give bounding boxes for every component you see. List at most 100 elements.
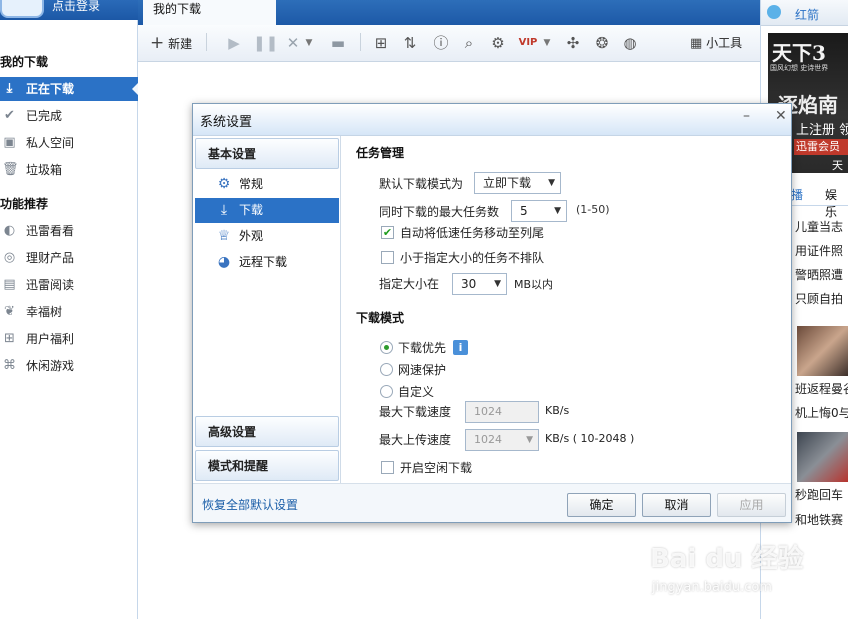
sidebar-item-user-benefits[interactable]: ⊞ 用户福利 [0,327,138,351]
section-mode-alerts[interactable]: 模式和提醒 [195,450,339,481]
settings-item-appearance[interactable]: ♕ 外观 [195,224,339,249]
avatar[interactable] [0,0,44,18]
my-downloads-heading: 我的下载 [0,55,49,69]
settings-dialog: 系统设置 – ✕ 基本设置 ⚙ 常规 ⤓ 下载 ♕ 外观 ◕ 远程下载 高级设置 模式和… [192,103,792,523]
section-advanced-settings[interactable]: 高级设置 [195,416,339,447]
size-unit: MB以内 [514,278,554,291]
dialog-title: 系统设置 [200,115,253,130]
separator [360,33,361,51]
news-item[interactable]: 儿童当志 [795,218,843,235]
open-folder-icon[interactable]: ▬ [328,33,348,53]
settings-nav: 基本设置 ⚙ 常规 ⤓ 下载 ♕ 外观 ◕ 远程下载 高级设置 模式和提醒 [193,136,341,483]
separator [206,33,207,51]
close-icon[interactable]: ✕ [775,108,787,124]
max-upload-label: 最大上传速度 [379,433,452,447]
sidebar-item-xunlei-kankan[interactable]: ◐ 迅雷看看 [0,219,138,243]
size-select[interactable]: 30 ▼ [452,273,507,295]
gamepad-icon[interactable]: ✣ [562,33,584,53]
max-download-input[interactable]: 1024 [465,401,539,423]
chevron-down-icon[interactable]: ▼ [541,33,553,53]
news-item[interactable]: 警晒照遭 [795,266,843,283]
recommend-heading: 功能推荐 [0,197,49,211]
mode-protect-radio[interactable] [380,363,393,376]
default-mode-label: 默认下载模式为 [379,177,464,191]
search-icon[interactable]: ⌕ [459,33,479,53]
no-queue-label: 小于指定大小的任务不排队 [400,251,545,265]
sidebar-item-completed[interactable]: ✔ 已完成 [0,104,138,128]
toolbox-icon: ▦ [690,36,703,51]
max-tasks-select[interactable]: 5 ▼ [511,200,567,222]
task-management-heading: 任务管理 [356,146,405,160]
login-link[interactable]: 点击登录 [52,0,100,13]
chevron-down-icon[interactable]: ▼ [303,33,315,53]
news-item[interactable]: 只顾自拍 [795,290,843,307]
sidebar-item-reading[interactable]: ▤ 迅雷阅读 [0,273,138,297]
news-item[interactable]: 班返程曼谷 [795,380,848,397]
start-icon[interactable]: ▶ [224,33,244,53]
app-icon [767,5,781,19]
tools-button[interactable]: ▦ 小工具 [690,33,752,53]
sidebar-item-finance[interactable]: ◎ 理财产品 [0,246,138,270]
shirt-icon: ♕ [217,228,231,244]
settings-item-download[interactable]: ⤓ 下载 [195,198,339,223]
size-label: 指定大小在 [379,277,440,291]
coins-icon: ◎ [3,250,16,265]
minimize-icon[interactable]: – [743,108,750,124]
tab-broadcast[interactable]: 播 [791,186,803,203]
remote-icon: ◕ [217,254,231,270]
idle-download-checkbox[interactable] [381,461,394,474]
dialog-titlebar: 系统设置 – ✕ [193,104,791,136]
gift-icon: ⊞ [4,331,15,346]
info-icon[interactable]: i [453,340,468,355]
max-upload-unit: KB/s ( 10-2048 ) [545,432,635,445]
settings-item-general[interactable]: ⚙ 常规 [195,172,339,197]
sidebar-item-happy-tree[interactable]: ❦ 幸福树 [0,300,138,324]
check-icon: ✔ [4,108,15,123]
watermark-logo: Bai du 经验 [650,544,804,574]
mode-priority-radio[interactable] [380,341,393,354]
default-mode-select[interactable]: 立即下载 ▼ [474,172,561,194]
download-mode-heading: 下载模式 [356,311,405,325]
gear-icon[interactable]: ⚙ [488,33,508,53]
pause-icon[interactable]: ❚❚ [253,33,278,53]
chevron-down-icon: ▼ [526,435,533,445]
section-basic-settings[interactable]: 基本设置 [195,138,339,169]
gear-icon: ⚙ [217,176,231,192]
sidebar-item-trash[interactable]: 🗑 垃圾箱 [0,158,138,182]
idle-download-label: 开启空闲下载 [400,461,473,475]
news-item[interactable]: 机上悔0与 [795,404,848,421]
news-item[interactable]: 秒跑回车 [795,486,843,503]
mode-priority-label: 下载优先 [398,341,447,355]
cancel-button[interactable]: 取消 [642,493,711,517]
plus-icon: + [150,33,165,53]
ok-button[interactable]: 确定 [567,493,636,517]
grid-view-icon[interactable]: ⊞ [371,33,391,53]
sidebar-item-games[interactable]: ⌘ 休闲游戏 [0,354,138,378]
right-tab-bar: 红箭 [761,0,848,26]
new-task-button[interactable]: + 新建 [150,33,200,53]
restore-defaults-link[interactable]: 恢复全部默认设置 [202,496,298,513]
auto-move-label: 自动将低速任务移动至列尾 [400,226,545,240]
delete-icon[interactable]: ✕ [283,33,303,53]
globe-icon[interactable]: ◍ [620,33,640,53]
sidebar-item-private-space[interactable]: ▣ 私人空间 [0,131,138,155]
vip-icon[interactable]: VIP [517,33,539,53]
auto-move-checkbox[interactable]: ✔ [381,226,394,239]
no-queue-checkbox[interactable] [381,251,394,264]
right-tab-label[interactable]: 红箭 [795,6,819,23]
news-item[interactable]: 用证件照 [795,242,843,259]
film-reel-icon[interactable]: ❂ [592,33,612,53]
news-item[interactable]: 和地铁赛 [795,511,843,528]
tab-my-downloads[interactable]: 我的下载 [143,0,276,25]
info-icon[interactable]: ⓘ [431,33,451,53]
settings-item-remote-download[interactable]: ◕ 远程下载 [195,250,339,275]
news-thumbnail[interactable] [797,432,848,482]
news-thumbnail[interactable] [797,326,848,376]
mode-custom-radio[interactable] [380,385,393,398]
max-upload-select[interactable]: 1024 ▼ [465,429,539,451]
tab-entertainment[interactable]: 娱乐 [825,186,848,220]
sidebar-item-downloading[interactable]: ⤓ 正在下载 [0,77,139,101]
sort-icon[interactable]: ⇅ [400,33,420,53]
apply-button[interactable]: 应用 [717,493,786,517]
download-icon: ⤓ [220,202,228,218]
